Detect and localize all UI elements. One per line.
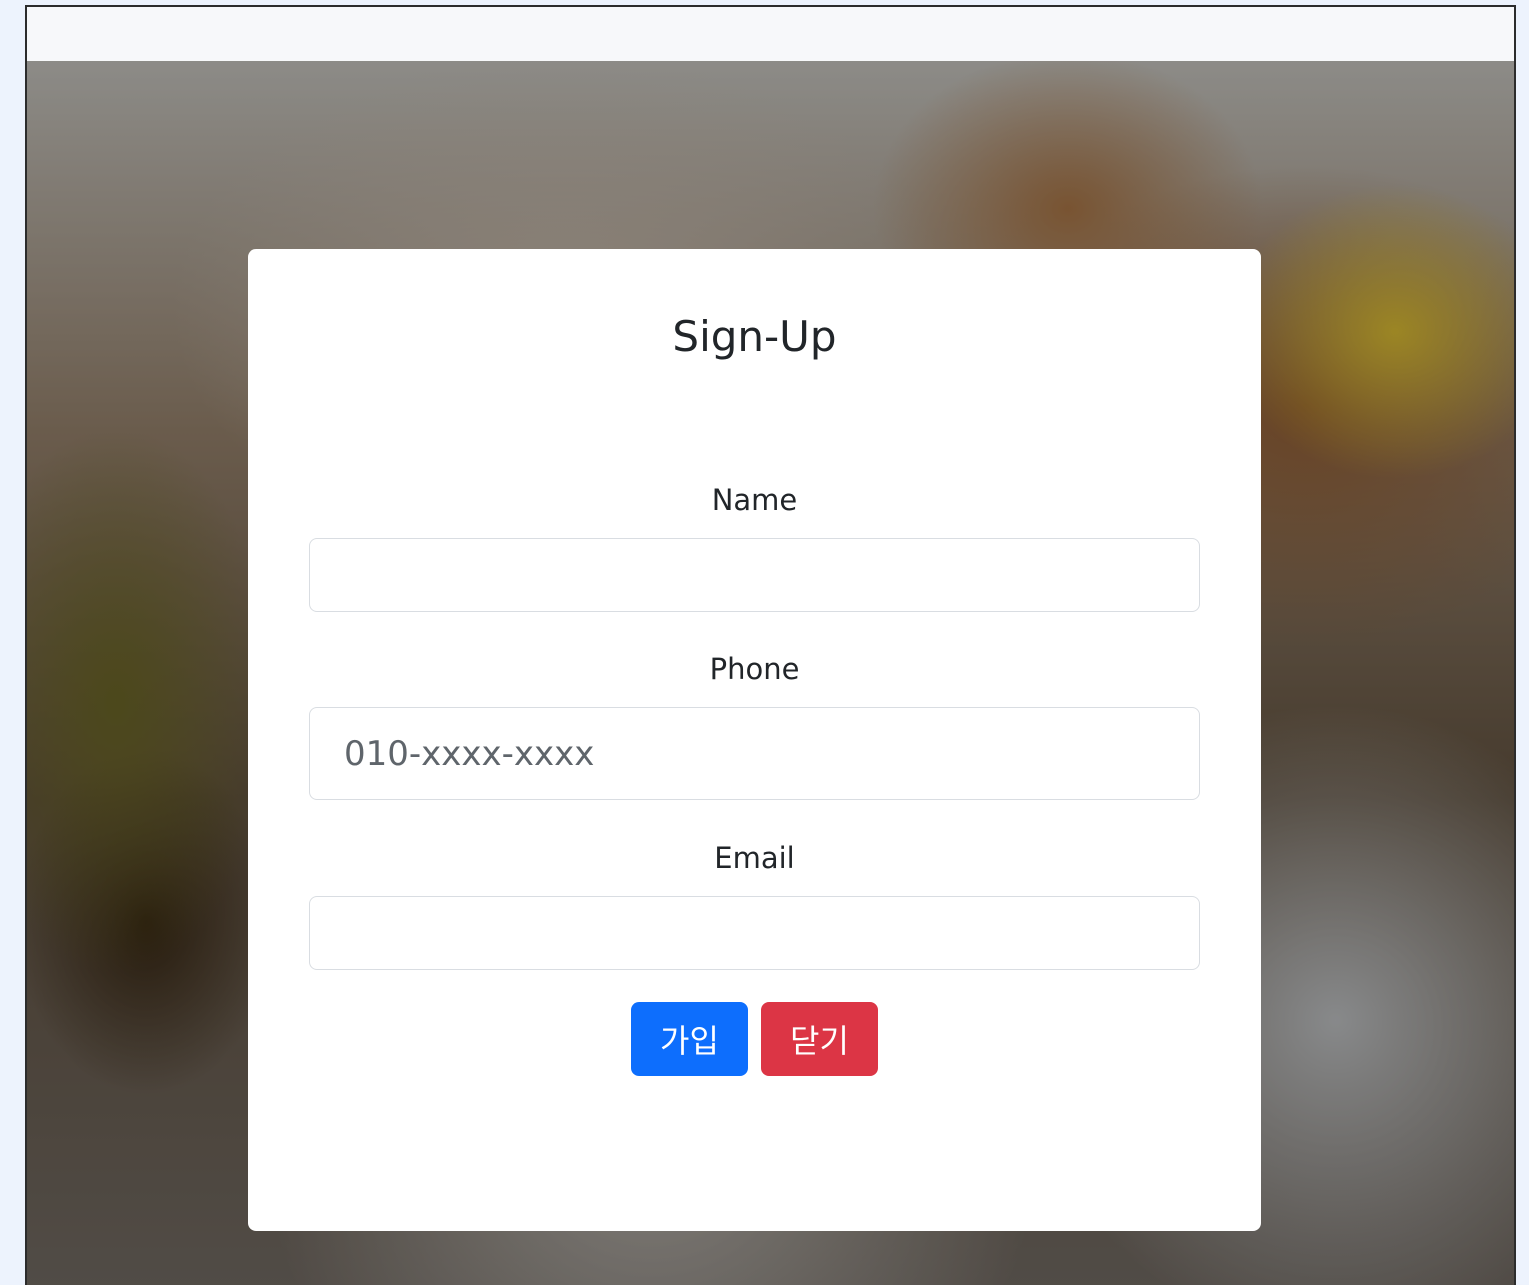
- email-input[interactable]: [309, 896, 1200, 970]
- name-input[interactable]: [309, 538, 1200, 612]
- close-button[interactable]: 닫기: [761, 1002, 878, 1076]
- email-label: Email: [714, 841, 795, 875]
- browser-frame: Sign-Up Name Phone Email 가입 닫기: [25, 5, 1516, 1285]
- join-button[interactable]: 가입: [631, 1002, 748, 1076]
- phone-input[interactable]: [309, 707, 1200, 800]
- page-title: Sign-Up: [672, 312, 837, 361]
- name-label: Name: [711, 483, 798, 517]
- phone-label: Phone: [709, 652, 800, 686]
- signup-modal: Sign-Up Name Phone Email 가입 닫기: [248, 249, 1261, 1231]
- top-navbar: [27, 7, 1514, 61]
